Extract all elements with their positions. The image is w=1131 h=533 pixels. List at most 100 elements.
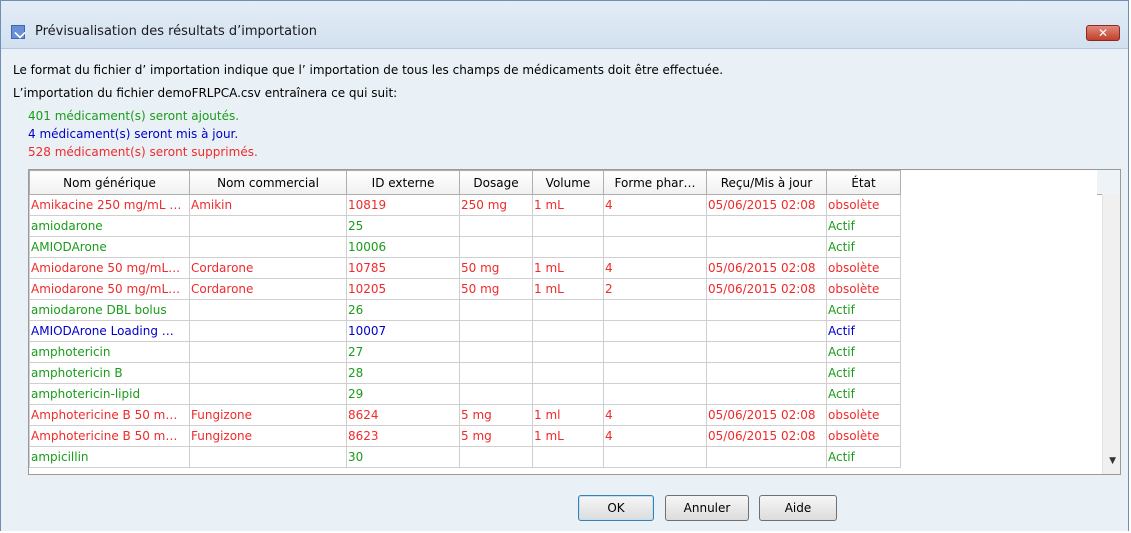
table-cell (603, 215, 707, 237)
table-cell: Actif (826, 320, 901, 342)
table-cell (532, 341, 604, 363)
table-cell: 250 mg (459, 194, 533, 216)
table-cell: amphotericin-lipid (29, 383, 190, 405)
table-cell: 5 mg (459, 425, 533, 447)
table-cell (706, 320, 827, 342)
table-cell (603, 341, 707, 363)
column-header[interactable]: État (826, 170, 901, 195)
dialog-content: Le format du fichier d’ importation indi… (1, 49, 1128, 531)
table-row[interactable]: Amiodarone 50 mg/mL… Cordarone 10785 50 mg 1… (29, 257, 901, 279)
table-row[interactable]: Amiodarone 50 mg/mL… Cordarone 10205 50 mg 1… (29, 278, 901, 300)
table-cell: 05/06/2015 02:08 (706, 404, 827, 426)
column-header[interactable]: Forme phar… (603, 170, 707, 195)
column-header[interactable]: Nom générique (29, 170, 190, 195)
table-cell (459, 341, 533, 363)
summary-added: 401 médicament(s) seront ajoutés. (28, 109, 240, 123)
table-cell (603, 362, 707, 384)
table-cell: 4 (603, 404, 707, 426)
table-cell (706, 215, 827, 237)
table-cell: 8624 (346, 404, 460, 426)
table-cell: 1 mL (532, 278, 604, 300)
table-cell: Cordarone (189, 257, 347, 279)
table-cell (459, 215, 533, 237)
table-cell (459, 383, 533, 405)
table-cell (603, 383, 707, 405)
table-row[interactable]: Amphotericine B 50 m… Fungizone 8624 5 mg 1 … (29, 404, 901, 426)
table-row[interactable]: AMIODArone Loading … 10007 Actif (29, 320, 901, 342)
window-title: Prévisualisation des résultats d’importa… (35, 24, 318, 39)
table-row[interactable]: amphotericin-lipid 29 Actif (29, 383, 901, 405)
table-cell: 2 (603, 278, 707, 300)
column-header[interactable]: Reçu/Mis à jour (706, 170, 827, 195)
table-row[interactable]: Amphotericine B 50 m… Fungizone 8623 5 mg 1 … (29, 425, 901, 447)
table-cell: 10007 (346, 320, 460, 342)
table-cell (532, 236, 604, 258)
table-cell: 05/06/2015 02:08 (706, 257, 827, 279)
column-header[interactable]: ID externe (346, 170, 460, 195)
table-row[interactable]: Amikacine 250 mg/mL … Amikin 10819 250 mg 1 … (29, 194, 901, 216)
table-cell: 05/06/2015 02:08 (706, 425, 827, 447)
summary-updated: 4 médicament(s) seront mis à jour. (28, 127, 239, 141)
ok-button[interactable]: OK (578, 495, 654, 521)
title-bar[interactable]: Prévisualisation des résultats d’importa… (1, 1, 1128, 49)
table-cell: Amiodarone 50 mg/mL… (29, 278, 190, 300)
table-cell (189, 299, 347, 321)
import-results-table[interactable]: Nom générique Nom commercial ID externe Dos… (28, 169, 1121, 475)
table-cell: 1 ml (532, 404, 604, 426)
table-cell: Actif (826, 215, 901, 237)
table-cell (189, 341, 347, 363)
table-cell: Actif (826, 299, 901, 321)
table-row[interactable]: amphotericin 27 Actif (29, 341, 901, 363)
vertical-scrollbar[interactable]: ▼ (1102, 194, 1120, 474)
table-cell: AMIODArone Loading … (29, 320, 190, 342)
table-cell: 10006 (346, 236, 460, 258)
column-header[interactable]: Nom commercial (189, 170, 347, 195)
table-cell (189, 362, 347, 384)
table-cell (532, 383, 604, 405)
table-cell (532, 320, 604, 342)
column-header[interactable]: Dosage (459, 170, 533, 195)
table-cell: AMIODArone (29, 236, 190, 258)
table-cell: Actif (826, 236, 901, 258)
table-cell (459, 236, 533, 258)
table-cell (603, 299, 707, 321)
table-row[interactable]: AMIODArone 10006 Actif (29, 236, 901, 258)
column-header[interactable]: Volume (532, 170, 604, 195)
table-cell: 50 mg (459, 278, 533, 300)
table-cell: 05/06/2015 02:08 (706, 278, 827, 300)
table-cell (706, 299, 827, 321)
table-cell: 29 (346, 383, 460, 405)
scroll-down-icon[interactable]: ▼ (1109, 456, 1116, 466)
table-cell (532, 362, 604, 384)
table-cell (189, 383, 347, 405)
cancel-button[interactable]: Annuler (665, 495, 749, 521)
table-cell: 8623 (346, 425, 460, 447)
help-button[interactable]: Aide (759, 495, 837, 521)
table-cell: 10819 (346, 194, 460, 216)
table-row[interactable]: amphotericin B 28 Actif (29, 362, 901, 384)
table-cell: amiodarone (29, 215, 190, 237)
table-row[interactable]: ampicillin 30 Actif (29, 446, 901, 468)
table-cell: Amphotericine B 50 m… (29, 425, 190, 447)
table-cell (189, 446, 347, 468)
table-cell: obsolète (826, 425, 901, 447)
table-row[interactable]: amiodarone DBL bolus 26 Actif (29, 299, 901, 321)
table-cell (532, 446, 604, 468)
table-cell (706, 362, 827, 384)
summary-deleted: 528 médicament(s) seront supprimés. (28, 145, 258, 159)
table-cell: amphotericin B (29, 362, 190, 384)
table-row[interactable]: amiodarone 25 Actif (29, 215, 901, 237)
table-cell: Fungizone (189, 425, 347, 447)
table-cell: 1 mL (532, 194, 604, 216)
close-button[interactable]: ✕ (1086, 25, 1120, 41)
app-icon (11, 25, 25, 39)
table-cell: obsolète (826, 194, 901, 216)
table-cell: 4 (603, 257, 707, 279)
table-cell (603, 446, 707, 468)
table-cell (189, 320, 347, 342)
table-cell: Amiodarone 50 mg/mL… (29, 257, 190, 279)
table-cell: Amphotericine B 50 m… (29, 404, 190, 426)
table-cell: Actif (826, 341, 901, 363)
table-cell: 4 (603, 425, 707, 447)
table-cell: 28 (346, 362, 460, 384)
